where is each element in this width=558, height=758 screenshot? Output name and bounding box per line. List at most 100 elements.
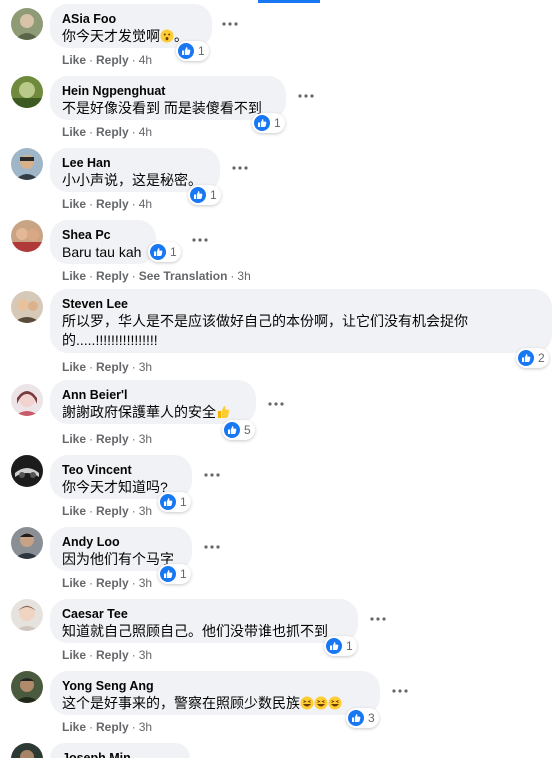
separator: · bbox=[131, 432, 136, 446]
reaction-badge[interactable]: 1 bbox=[252, 113, 285, 133]
timestamp[interactable]: 3h bbox=[139, 648, 152, 662]
timestamp[interactable]: 3h bbox=[139, 432, 152, 446]
comment-bubble: Joseph Min bbox=[50, 743, 190, 758]
reply-link[interactable]: Reply bbox=[96, 269, 129, 283]
more-options-icon[interactable] bbox=[364, 609, 392, 629]
comment-author[interactable]: Shea Pc bbox=[62, 227, 144, 243]
timestamp[interactable]: 4h bbox=[139, 197, 152, 211]
separator: · bbox=[131, 269, 136, 283]
separator: · bbox=[89, 576, 94, 590]
avatar[interactable] bbox=[11, 291, 43, 323]
reaction-badge[interactable]: 1 bbox=[158, 492, 191, 512]
comment-author[interactable]: Ann Beier'l bbox=[62, 387, 244, 403]
separator: · bbox=[89, 648, 94, 662]
reply-link[interactable]: Reply bbox=[96, 720, 129, 734]
like-link[interactable]: Like bbox=[62, 432, 86, 446]
reply-link[interactable]: Reply bbox=[96, 125, 129, 139]
avatar[interactable] bbox=[11, 455, 43, 487]
comment-actions: Like · Reply · See Translation · 3h bbox=[62, 268, 251, 284]
more-options-icon[interactable] bbox=[186, 230, 214, 250]
reply-link[interactable]: Reply bbox=[96, 576, 129, 590]
comment-author[interactable]: Steven Lee bbox=[62, 296, 540, 312]
comment-author[interactable]: Caesar Tee bbox=[62, 606, 346, 622]
reaction-badge[interactable]: 1 bbox=[324, 636, 357, 656]
reaction-count: 1 bbox=[180, 495, 187, 509]
comment-actions: Like · Reply · 3h bbox=[62, 503, 152, 519]
timestamp[interactable]: 3h bbox=[139, 360, 152, 374]
like-link[interactable]: Like bbox=[62, 360, 86, 374]
avatar[interactable] bbox=[11, 148, 43, 180]
reaction-badge[interactable]: 1 bbox=[188, 185, 221, 205]
separator: · bbox=[89, 360, 94, 374]
reply-link[interactable]: Reply bbox=[96, 360, 129, 374]
comment-actions: Like · Reply · 3h bbox=[62, 575, 152, 591]
avatar[interactable] bbox=[11, 220, 43, 252]
reaction-badge[interactable]: 1 bbox=[158, 564, 191, 584]
reaction-badge[interactable]: 3 bbox=[346, 708, 379, 728]
reply-link[interactable]: Reply bbox=[96, 432, 129, 446]
avatar[interactable] bbox=[11, 76, 43, 108]
more-options-icon[interactable] bbox=[198, 537, 226, 557]
timestamp[interactable]: 4h bbox=[139, 125, 152, 139]
reply-link[interactable]: Reply bbox=[96, 53, 129, 67]
avatar[interactable] bbox=[11, 384, 43, 416]
reply-link[interactable]: Reply bbox=[96, 197, 129, 211]
more-options-icon[interactable] bbox=[198, 465, 226, 485]
comment-author[interactable]: Hein Ngpenghuat bbox=[62, 83, 274, 99]
comment-text: 这个是好事来的，警察在照顾少数民族 bbox=[62, 694, 368, 713]
like-link[interactable]: Like bbox=[62, 269, 86, 283]
reaction-badge[interactable]: 1 bbox=[148, 242, 181, 262]
timestamp[interactable]: 3h bbox=[139, 504, 152, 518]
like-link[interactable]: Like bbox=[62, 125, 86, 139]
avatar[interactable] bbox=[11, 8, 43, 40]
avatar[interactable] bbox=[11, 743, 43, 758]
active-tab-indicator bbox=[258, 0, 320, 3]
comment-text: 謝謝政府保護華人的安全 bbox=[62, 403, 244, 422]
more-options-icon[interactable] bbox=[262, 394, 290, 414]
separator: · bbox=[230, 269, 235, 283]
comment-author[interactable]: Joseph Min bbox=[62, 750, 178, 758]
reaction-badge[interactable]: 1 bbox=[176, 41, 209, 61]
timestamp[interactable]: 3h bbox=[139, 576, 152, 590]
grinning-squinting-face-icon bbox=[314, 696, 328, 710]
comment-author[interactable]: Lee Han bbox=[62, 155, 208, 171]
separator: · bbox=[131, 648, 136, 662]
separator: · bbox=[89, 432, 94, 446]
comment-text-body: 你今天才发觉啊 bbox=[62, 28, 160, 44]
see-translation-link[interactable]: See Translation bbox=[139, 269, 228, 283]
timestamp[interactable]: 4h bbox=[139, 53, 152, 67]
comment-text: 不是好像没看到 而是装傻看不到 bbox=[62, 100, 262, 116]
like-link[interactable]: Like bbox=[62, 720, 86, 734]
reaction-count: 3 bbox=[368, 711, 375, 725]
like-link[interactable]: Like bbox=[62, 53, 86, 67]
comment-bubble: Steven Lee 所以罗，华人是不是应该做好自己的本份啊，让它们没有机会捉你… bbox=[50, 289, 552, 353]
reply-link[interactable]: Reply bbox=[96, 648, 129, 662]
comment-author[interactable]: Teo Vincent bbox=[62, 462, 180, 478]
reaction-badge[interactable]: 5 bbox=[222, 420, 255, 440]
more-options-icon[interactable] bbox=[216, 14, 244, 34]
more-options-icon[interactable] bbox=[386, 681, 414, 701]
like-link[interactable]: Like bbox=[62, 648, 86, 662]
reply-link[interactable]: Reply bbox=[96, 504, 129, 518]
avatar[interactable] bbox=[11, 671, 43, 703]
like-link[interactable]: Like bbox=[62, 576, 86, 590]
separator: · bbox=[131, 53, 136, 67]
more-options-icon[interactable] bbox=[292, 86, 320, 106]
like-reaction-icon bbox=[178, 43, 194, 59]
comment-author[interactable]: Yong Seng Ang bbox=[62, 678, 368, 694]
like-link[interactable]: Like bbox=[62, 504, 86, 518]
avatar[interactable] bbox=[11, 599, 43, 631]
reaction-count: 1 bbox=[170, 245, 177, 259]
timestamp[interactable]: 3h bbox=[139, 720, 152, 734]
separator: · bbox=[131, 576, 136, 590]
comment-author[interactable]: Andy Loo bbox=[62, 534, 180, 550]
avatar[interactable] bbox=[11, 527, 43, 559]
timestamp[interactable]: 3h bbox=[237, 269, 250, 283]
comment-author[interactable]: ASia Foo bbox=[62, 11, 200, 27]
thumbs-up-emoji-icon bbox=[216, 405, 230, 419]
more-options-icon[interactable] bbox=[226, 158, 254, 178]
reaction-count: 5 bbox=[244, 423, 251, 437]
reaction-badge[interactable]: 2 bbox=[516, 348, 549, 368]
like-link[interactable]: Like bbox=[62, 197, 86, 211]
reaction-count: 1 bbox=[346, 639, 353, 653]
